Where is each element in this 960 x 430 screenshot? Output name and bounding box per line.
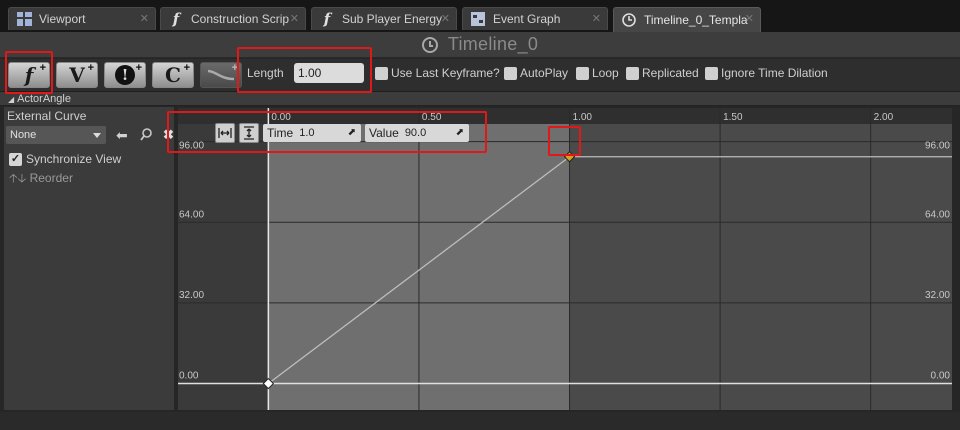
- x-tick-label: 1.00: [573, 112, 593, 123]
- x-tick-label: 2.00: [874, 112, 894, 123]
- value-value: 90.0: [404, 127, 427, 139]
- expand-icon: ⬈: [347, 127, 356, 138]
- keyframe-editor: Time 1.0 ⬈ Value 90.0 ⬈: [215, 122, 469, 144]
- x-tick-label: 1.50: [723, 112, 743, 123]
- y-tick-label-left: 32.00: [179, 290, 204, 301]
- inactive-time-range: [569, 124, 952, 410]
- zoom-horizontal-fit-button[interactable]: [215, 123, 235, 143]
- curve-graph[interactable]: 0.00 0.50 1.00 1.50 2.0096.00 96.0064.00 64.00…: [0, 0, 960, 430]
- time-value: 1.0: [299, 127, 315, 139]
- y-tick-label-right: 96.00: [925, 141, 950, 152]
- fit-horizontal-icon: [218, 128, 232, 138]
- y-tick-label-right: 0.00: [931, 371, 951, 382]
- keyframe-time-field[interactable]: Time 1.0 ⬈: [263, 124, 361, 142]
- y-tick-label-left: 64.00: [179, 209, 204, 220]
- fit-vertical-icon: [244, 126, 254, 140]
- time-label: Time: [267, 126, 294, 140]
- keyframe-value-field[interactable]: Value 90.0 ⬈: [365, 124, 469, 142]
- y-tick-label-right: 32.00: [925, 290, 950, 301]
- value-label: Value: [369, 126, 399, 140]
- y-tick-label-left: 0.00: [179, 371, 199, 382]
- zoom-vertical-fit-button[interactable]: [239, 123, 259, 143]
- expand-icon: ⬈: [455, 127, 464, 138]
- y-tick-label-left: 96.00: [179, 141, 204, 152]
- y-tick-label-right: 64.00: [925, 209, 950, 220]
- status-bar: [0, 412, 960, 430]
